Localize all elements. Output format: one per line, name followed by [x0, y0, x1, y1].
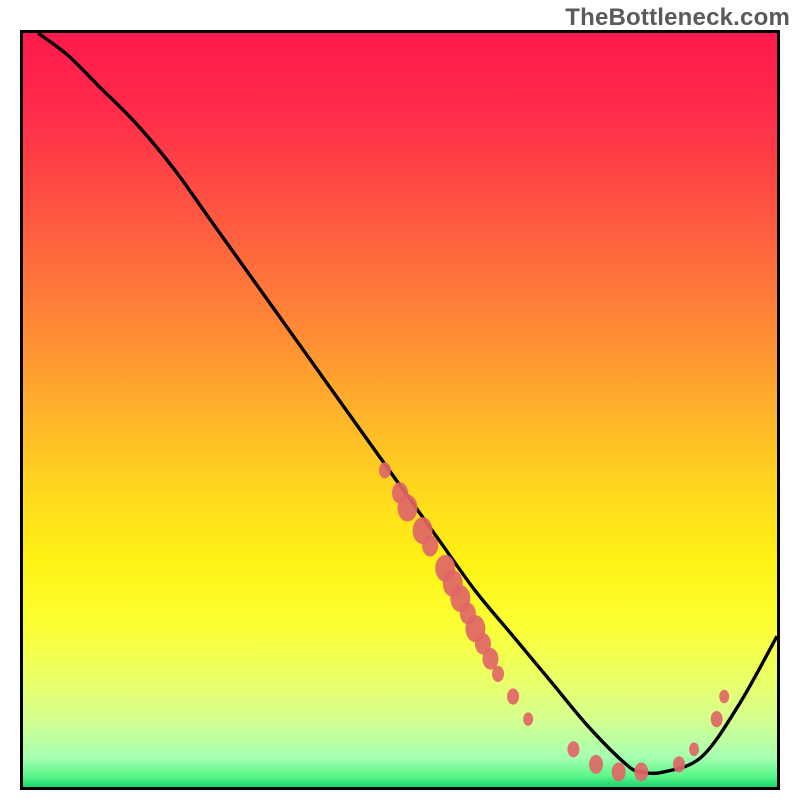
chart-svg [23, 33, 777, 787]
sample-point [673, 756, 685, 772]
sample-point [634, 762, 648, 781]
plot-area [23, 33, 777, 787]
sample-point [711, 711, 723, 727]
sample-point [507, 688, 519, 704]
sample-point [689, 743, 699, 757]
sample-point [398, 495, 418, 522]
watermark-text: TheBottleneck.com [565, 4, 790, 32]
chart-container: TheBottleneck.com [0, 0, 800, 800]
sample-point [492, 666, 504, 682]
bottleneck-curve [38, 33, 777, 773]
sample-point [567, 741, 579, 757]
sample-point [612, 762, 626, 781]
sample-points [379, 462, 729, 781]
sample-point [589, 755, 603, 774]
plot-frame [20, 30, 780, 790]
sample-point [523, 712, 533, 726]
sample-point [422, 535, 438, 557]
sample-point [719, 690, 729, 704]
sample-point [379, 462, 391, 478]
